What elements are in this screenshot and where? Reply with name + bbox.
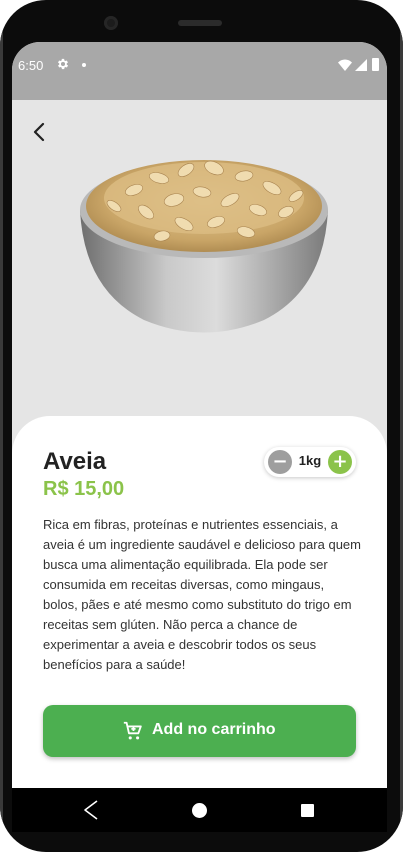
add-to-cart-label: Add no carrinho [152, 721, 276, 738]
phone-frame: 6:50 Aveia R$ 15,00 − 1kg + Rica em fibr… [0, 0, 403, 852]
nav-home-icon[interactable] [192, 803, 207, 818]
system-navigation-bar [12, 788, 387, 832]
front-camera [104, 16, 118, 30]
increase-quantity-button[interactable]: + [328, 450, 352, 474]
gear-icon [57, 58, 69, 70]
chevron-left-icon[interactable] [28, 120, 52, 144]
status-time: 6:50 [18, 58, 44, 73]
product-image-area [12, 100, 387, 430]
wifi-icon [338, 59, 352, 71]
nav-back-icon[interactable] [82, 800, 100, 820]
status-bar: 6:50 [12, 42, 387, 100]
product-price: R$ 15,00 [43, 478, 125, 500]
phone-edge-left [0, 0, 3, 852]
add-to-cart-button[interactable]: Add no carrinho [43, 705, 356, 757]
battery-icon [372, 58, 379, 71]
signal-icon [355, 59, 367, 71]
earpiece-speaker [178, 20, 222, 26]
quantity-value: 1kg [298, 453, 322, 468]
product-description: Rica em fibras, proteínas e nutrientes e… [43, 517, 361, 672]
nav-recents-icon[interactable] [301, 804, 314, 817]
notification-dot-icon [82, 63, 86, 67]
cart-icon [123, 721, 142, 740]
quantity-stepper: − 1kg + [264, 447, 356, 477]
oats-bowl-image [80, 160, 328, 333]
product-details-card: Aveia R$ 15,00 − 1kg + Rica em fibras, p… [12, 416, 387, 796]
app-screen: 6:50 Aveia R$ 15,00 − 1kg + Rica em fibr… [12, 42, 387, 832]
decrease-quantity-button[interactable]: − [268, 450, 292, 474]
product-name: Aveia [43, 448, 107, 475]
